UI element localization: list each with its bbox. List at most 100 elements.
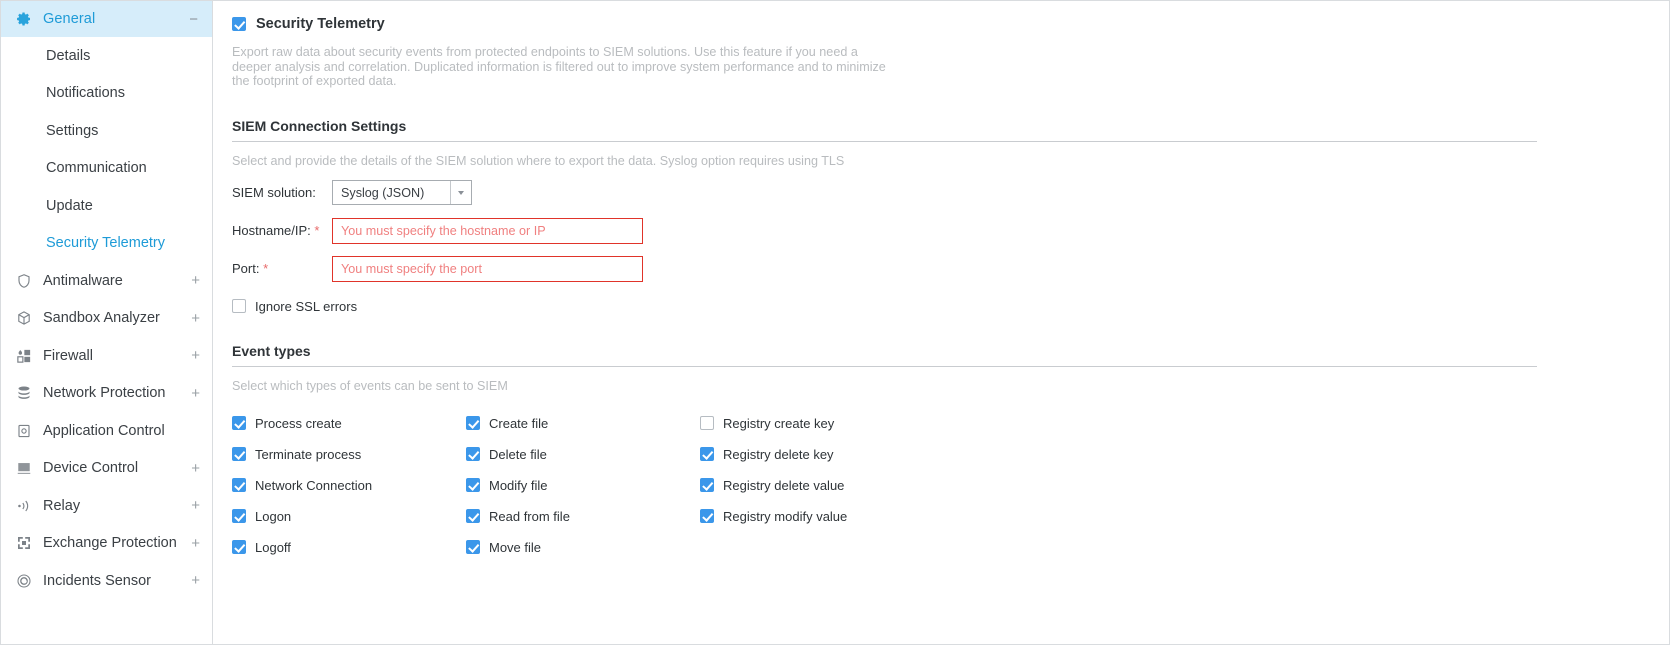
- event-type-modify-file[interactable]: Modify file: [466, 478, 700, 493]
- sidebar-item-security-telemetry[interactable]: Security Telemetry: [1, 225, 212, 263]
- event-type-registry-delete-key[interactable]: Registry delete key: [700, 447, 1537, 462]
- event-type-network-connection[interactable]: Network Connection: [232, 478, 466, 493]
- event-type-move-file[interactable]: Move file: [466, 540, 700, 555]
- event-types-description: Select which types of events can be sent…: [232, 379, 1537, 393]
- event-type-create-file[interactable]: Create file: [466, 416, 700, 431]
- event-label: Logoff: [255, 540, 291, 555]
- siem-solution-select[interactable]: Syslog (JSON): [332, 180, 472, 205]
- event-checkbox[interactable]: [466, 540, 480, 554]
- sidebar-item-label: Network Protection: [43, 385, 191, 401]
- sidebar-item-device-control[interactable]: Device Control +: [1, 450, 212, 488]
- event-type-logoff[interactable]: Logoff: [232, 540, 466, 555]
- collapse-toggle-icon[interactable]: −: [189, 12, 200, 27]
- ignore-ssl-label: Ignore SSL errors: [255, 299, 357, 314]
- expand-toggle-icon[interactable]: +: [191, 348, 200, 363]
- app-icon: [15, 422, 32, 439]
- sidebar-item-firewall[interactable]: Firewall +: [1, 337, 212, 375]
- expand-toggle-icon[interactable]: +: [191, 461, 200, 476]
- expand-toggle-icon[interactable]: +: [191, 536, 200, 551]
- sidebar-item-exchange-protection[interactable]: Exchange Protection +: [1, 525, 212, 563]
- sidebar-item-label: Firewall: [43, 348, 191, 364]
- expand-toggle-icon[interactable]: +: [191, 573, 200, 588]
- page-title: Security Telemetry: [256, 16, 385, 32]
- event-checkbox[interactable]: [466, 416, 480, 430]
- sidebar-item-label: Application Control: [43, 423, 200, 439]
- event-label: Modify file: [489, 478, 548, 493]
- sidebar-group-general[interactable]: General −: [1, 1, 212, 37]
- sidebar-item-label: Notifications: [46, 85, 125, 101]
- event-label: Registry modify value: [723, 509, 847, 524]
- sidebar-item-antimalware[interactable]: Antimalware +: [1, 262, 212, 300]
- event-checkbox[interactable]: [700, 478, 714, 492]
- event-label: Create file: [489, 416, 548, 431]
- sidebar-item-sandbox-analyzer[interactable]: Sandbox Analyzer +: [1, 300, 212, 338]
- expand-toggle-icon[interactable]: +: [191, 498, 200, 513]
- sidebar-item-incidents-sensor[interactable]: Incidents Sensor +: [1, 562, 212, 600]
- sidebar-item-network-protection[interactable]: Network Protection +: [1, 375, 212, 413]
- siem-solution-label: SIEM solution:: [232, 185, 332, 200]
- event-checkbox[interactable]: [466, 509, 480, 523]
- hostname-error-text: You must specify the hostname or IP: [341, 224, 546, 238]
- event-type-terminate-process[interactable]: Terminate process: [232, 447, 466, 462]
- layers-icon: [15, 385, 32, 402]
- siem-solution-row: SIEM solution: Syslog (JSON): [232, 180, 1537, 206]
- broadcast-icon: [15, 497, 32, 514]
- sidebar-item-settings[interactable]: Settings: [1, 112, 212, 150]
- exchange-icon: [15, 535, 32, 552]
- firewall-icon: [15, 347, 32, 364]
- sidebar-item-details[interactable]: Details: [1, 37, 212, 75]
- event-type-registry-delete-value[interactable]: Registry delete value: [700, 478, 1537, 493]
- event-type-delete-file[interactable]: Delete file: [466, 447, 700, 462]
- sidebar-item-label: Security Telemetry: [46, 235, 165, 251]
- event-checkbox[interactable]: [466, 478, 480, 492]
- expand-toggle-icon[interactable]: +: [191, 311, 200, 326]
- chevron-down-icon[interactable]: [450, 181, 471, 204]
- sidebar-item-application-control[interactable]: Application Control: [1, 412, 212, 450]
- event-checkbox[interactable]: [232, 540, 246, 554]
- sidebar-item-notifications[interactable]: Notifications: [1, 75, 212, 113]
- event-type-registry-create-key[interactable]: Registry create key: [700, 416, 1537, 431]
- event-checkbox[interactable]: [466, 447, 480, 461]
- security-telemetry-toggle-checkbox[interactable]: [232, 17, 246, 31]
- expand-toggle-icon[interactable]: +: [191, 273, 200, 288]
- sidebar-item-label: Update: [46, 198, 93, 214]
- hostname-row: Hostname/IP: * You must specify the host…: [232, 218, 1537, 244]
- event-label: Delete file: [489, 447, 547, 462]
- siem-connection-section: SIEM Connection Settings Select and prov…: [232, 118, 1537, 314]
- box-icon: [15, 310, 32, 327]
- event-type-empty-slot: [700, 540, 1537, 555]
- event-types-grid: Process create Create file Registry crea…: [232, 416, 1537, 555]
- security-telemetry-header: Security Telemetry: [232, 14, 1669, 34]
- port-error-text: You must specify the port: [341, 262, 482, 276]
- event-checkbox[interactable]: [232, 478, 246, 492]
- event-checkbox[interactable]: [232, 509, 246, 523]
- event-checkbox[interactable]: [700, 447, 714, 461]
- ignore-ssl-checkbox[interactable]: [232, 299, 246, 313]
- hostname-label: Hostname/IP: *: [232, 223, 332, 238]
- event-checkbox[interactable]: [232, 447, 246, 461]
- siem-connection-description: Select and provide the details of the SI…: [232, 154, 1537, 168]
- shield-icon: [15, 272, 32, 289]
- sensor-icon: [15, 572, 32, 589]
- event-checkbox[interactable]: [700, 416, 714, 430]
- event-type-read-from-file[interactable]: Read from file: [466, 509, 700, 524]
- port-label: Port: *: [232, 261, 332, 276]
- expand-toggle-icon[interactable]: +: [191, 386, 200, 401]
- siem-connection-title: SIEM Connection Settings: [232, 118, 1537, 142]
- hostname-input[interactable]: You must specify the hostname or IP: [332, 218, 643, 244]
- port-input[interactable]: You must specify the port: [332, 256, 643, 282]
- sidebar-group-general-label: General: [43, 11, 189, 27]
- event-checkbox[interactable]: [232, 416, 246, 430]
- event-type-logon[interactable]: Logon: [232, 509, 466, 524]
- sidebar-item-update[interactable]: Update: [1, 187, 212, 225]
- event-label: Network Connection: [255, 478, 372, 493]
- event-type-registry-modify-value[interactable]: Registry modify value: [700, 509, 1537, 524]
- event-checkbox[interactable]: [700, 509, 714, 523]
- sidebar-item-label: Device Control: [43, 460, 191, 476]
- event-type-process-create[interactable]: Process create: [232, 416, 466, 431]
- sidebar-item-communication[interactable]: Communication: [1, 150, 212, 188]
- required-marker: *: [314, 223, 319, 238]
- sidebar-item-relay[interactable]: Relay +: [1, 487, 212, 525]
- settings-page: General − Details Notifications Settings…: [0, 0, 1670, 645]
- sidebar-item-label: Sandbox Analyzer: [43, 310, 191, 326]
